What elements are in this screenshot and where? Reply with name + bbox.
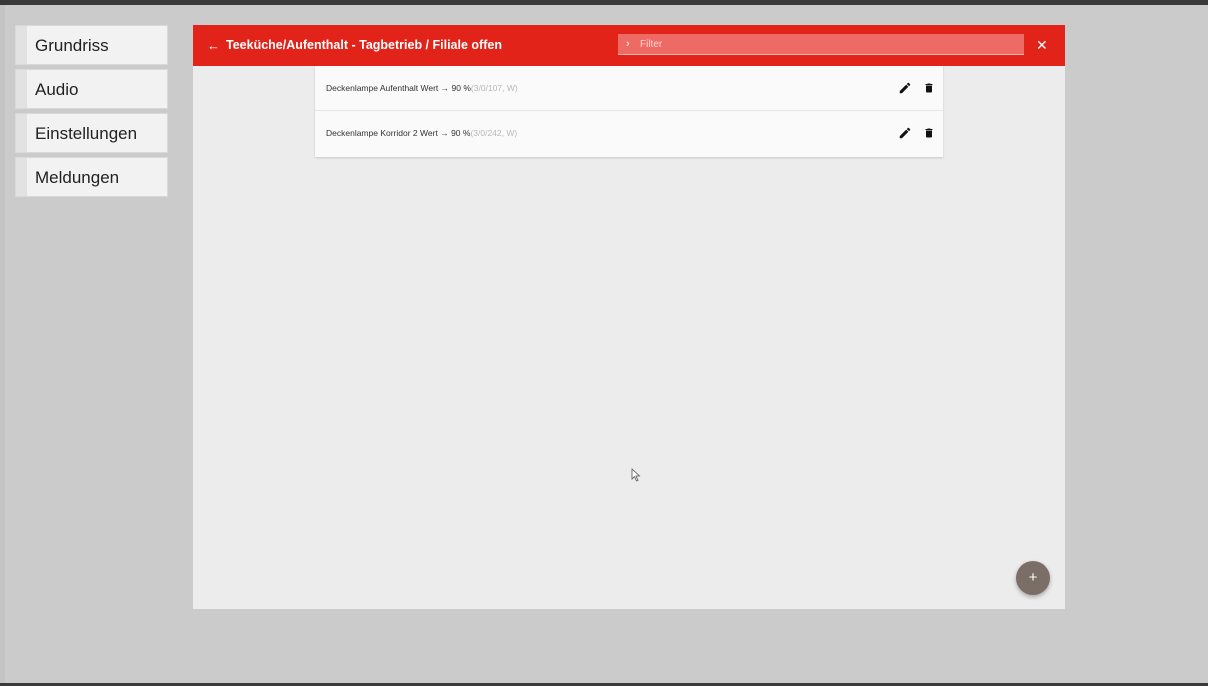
arrow-icon: → [440,83,450,93]
sidebar-item-label: Meldungen [35,168,120,187]
trash-icon[interactable] [923,81,935,95]
page-title: Teeküche/Aufenthalt - Tagbetrieb / Filia… [226,38,502,52]
item-value: 90 % [451,83,471,93]
back-arrow-icon[interactable]: ← [207,25,220,66]
arrow-icon: → [440,128,449,138]
sidebar-item-strip [16,158,27,196]
edit-pencil-icon[interactable] [898,81,912,95]
list-item-text: Deckenlampe Aufenthalt Wert → 90 %(3/0/1… [326,66,518,111]
list-item-text: Deckenlampe Korridor 2 Wert → 90 %(3/0/2… [326,111,517,156]
sidebar-item-label: Audio [35,80,79,99]
edit-pencil-icon[interactable] [898,126,912,140]
item-address: (3/0/107, W) [470,83,518,93]
chevron-right-icon: › [626,38,630,50]
list-item[interactable]: Deckenlampe Korridor 2 Wert → 90 %(3/0/2… [315,111,943,157]
sidebar-item-strip [16,114,27,152]
window-left-border [0,5,5,683]
item-name: Deckenlampe Korridor 2 Wert [326,128,438,138]
filter-input[interactable] [640,34,1010,54]
item-address: (3/0/242, W) [470,128,518,138]
sidebar: Grundriss Audio Einstellungen Meldungen [15,25,168,201]
sidebar-item-einstellungen[interactable]: Einstellungen [15,113,168,153]
filter-field: › [618,34,1024,55]
sidebar-item-strip [16,70,27,108]
window-top-border [0,0,1208,5]
sidebar-item-meldungen[interactable]: Meldungen [15,157,168,197]
trash-icon[interactable] [923,126,935,140]
add-button[interactable]: + [1016,561,1050,595]
item-list: Deckenlampe Aufenthalt Wert → 90 %(3/0/1… [315,66,943,157]
sidebar-item-audio[interactable]: Audio [15,69,168,109]
item-name: Deckenlampe Aufenthalt Wert [326,83,439,93]
sidebar-item-grundriss[interactable]: Grundriss [15,25,168,65]
close-icon[interactable]: ✕ [1036,25,1048,66]
sidebar-item-label: Einstellungen [35,124,138,143]
list-item[interactable]: Deckenlampe Aufenthalt Wert → 90 %(3/0/1… [315,66,943,111]
item-value: 90 % [451,128,471,138]
sidebar-item-strip [16,26,27,64]
app-bar: ← Teeküche/Aufenthalt - Tagbetrieb / Fil… [193,25,1065,66]
sidebar-item-label: Grundriss [35,36,109,55]
mouse-cursor-icon [631,468,641,482]
main-panel: ← Teeküche/Aufenthalt - Tagbetrieb / Fil… [193,25,1065,609]
